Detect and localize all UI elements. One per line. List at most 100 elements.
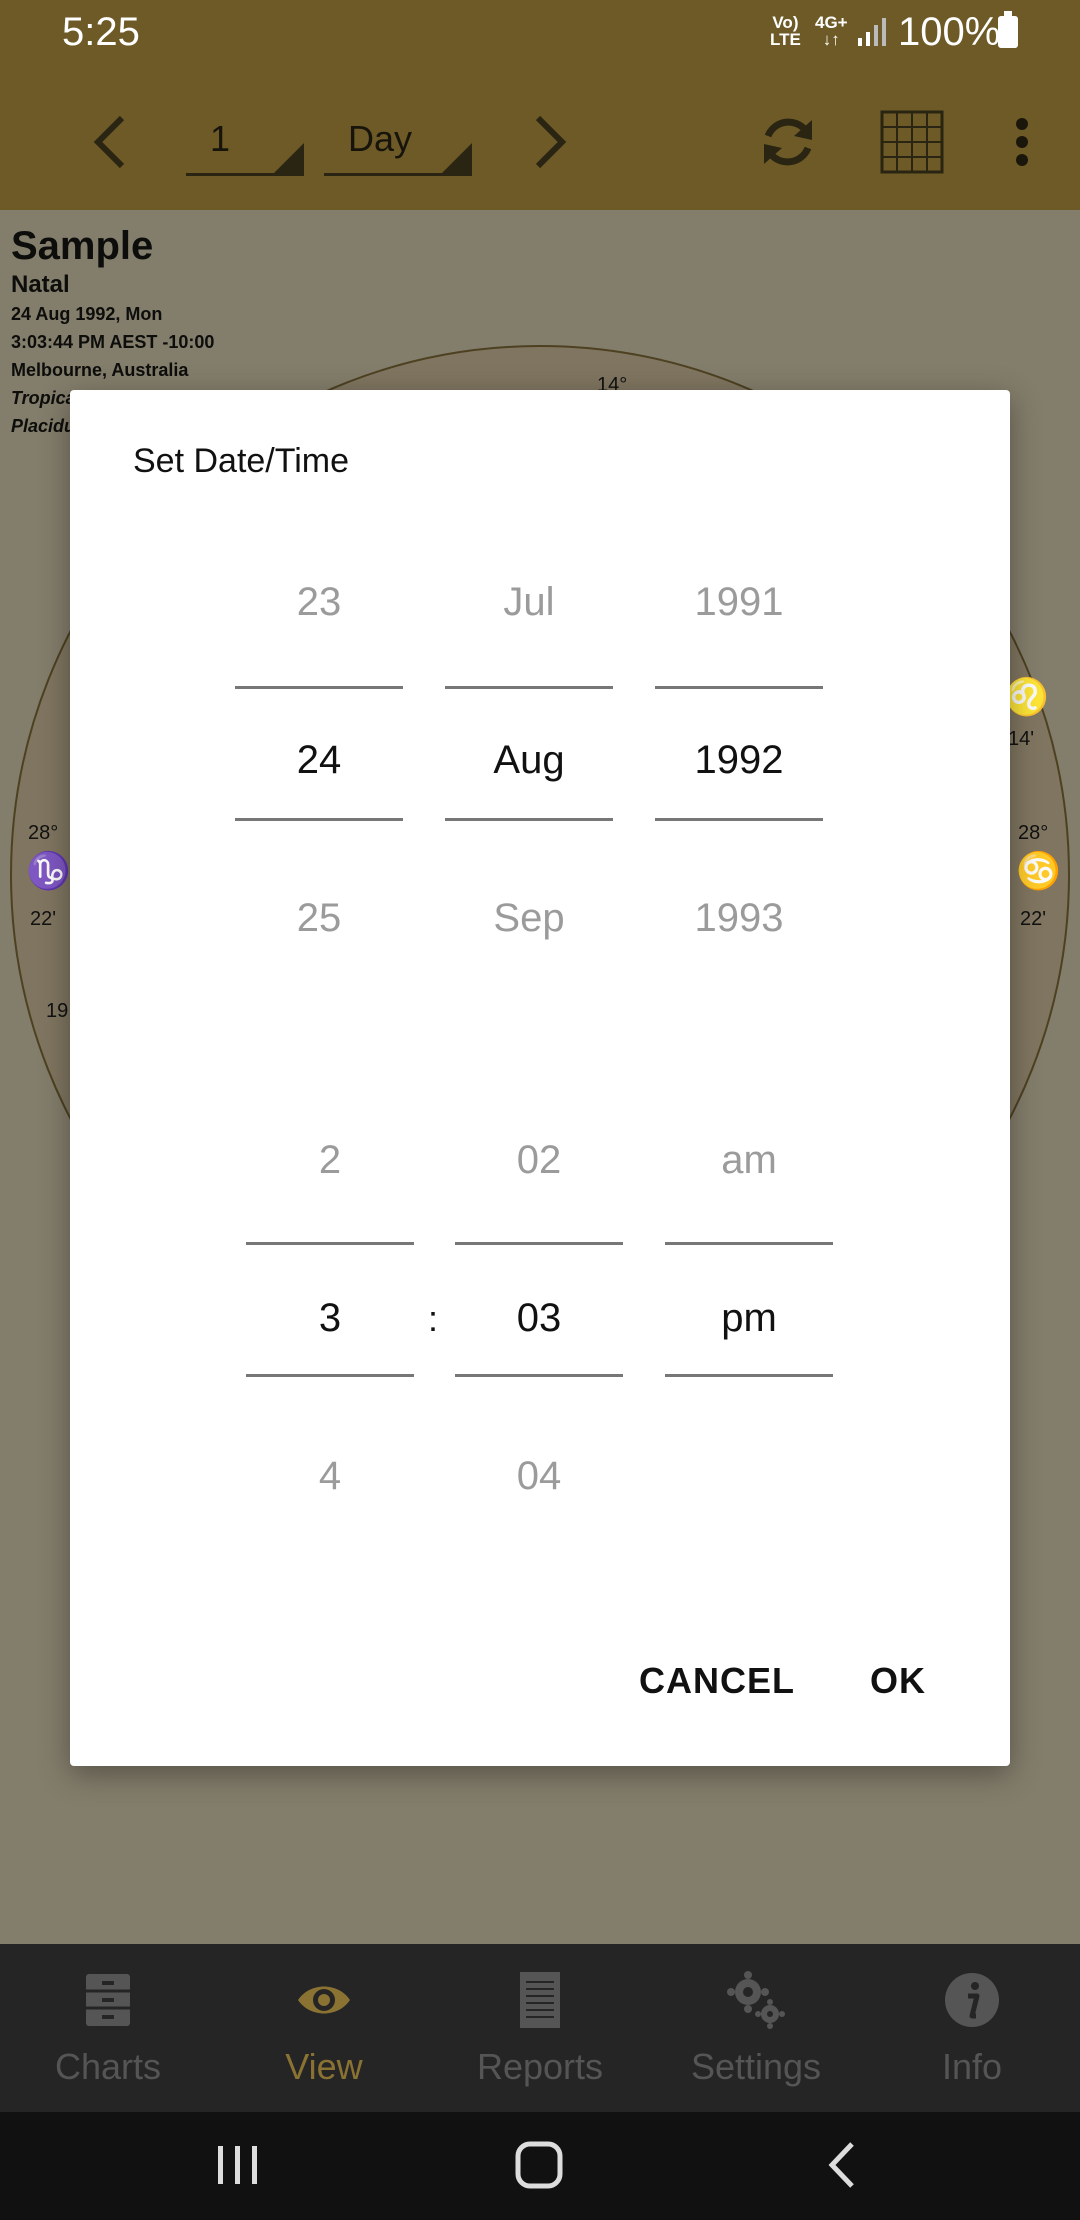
minute-divider-top (455, 1242, 623, 1245)
year-prev[interactable]: 1991 (655, 580, 823, 625)
ok-button[interactable]: OK (870, 1660, 926, 1702)
ampm-current[interactable]: pm (665, 1296, 833, 1341)
nav-charts-label: Charts (54, 2046, 162, 2087)
bottom-navigation: Charts View Reports Settings Info (0, 1944, 1080, 2112)
day-picker[interactable]: 23 24 25 (235, 580, 403, 940)
hour-next[interactable]: 4 (246, 1454, 414, 1499)
dropdown-triangle-icon (274, 143, 304, 173)
day-divider-bottom (235, 818, 403, 821)
year-picker[interactable]: 1991 1992 1993 (655, 580, 823, 940)
dialog-title: Set Date/Time (133, 442, 350, 480)
volte-indicator: Vo) LTE (770, 14, 801, 48)
signal-icon (858, 18, 886, 46)
set-datetime-dialog: Set Date/Time 23 24 25 Jul Aug Sep 1991 … (70, 390, 1010, 1766)
month-picker[interactable]: Jul Aug Sep (445, 580, 613, 940)
chart-time: 3:03:44 PM AEST -10:00 (11, 332, 215, 352)
nav-reports-label: Reports (476, 2046, 604, 2087)
next-button[interactable] (520, 106, 580, 178)
month-prev[interactable]: Jul (445, 580, 613, 625)
ampm-divider-top (665, 1242, 833, 1245)
year-divider-top (655, 686, 823, 689)
cancel-button[interactable]: CANCEL (639, 1660, 795, 1702)
grid-icon (880, 110, 944, 174)
cabinet-icon (86, 1974, 130, 2026)
wheel-left-minute: 22' (30, 908, 57, 930)
wheel-right-degree: 28° (1018, 822, 1049, 844)
chevron-right-icon (535, 115, 567, 169)
day-prev[interactable]: 23 (235, 580, 403, 625)
info-icon (945, 1973, 999, 2027)
battery-percent: 100% (898, 10, 1001, 54)
minute-divider-bottom (455, 1374, 623, 1377)
nav-view[interactable]: View (216, 1944, 432, 2112)
period-value: Day (348, 118, 413, 159)
refresh-icon (764, 118, 812, 166)
day-current[interactable]: 24 (235, 738, 403, 783)
network-type-indicator: 4G+ ↓↑ (815, 14, 848, 48)
more-vert-icon (1016, 118, 1028, 166)
cancer-icon: ♋ (1016, 850, 1061, 891)
dropdown-triangle-icon (442, 143, 472, 173)
month-divider-top (445, 686, 613, 689)
chart-number-value: 1 (210, 118, 231, 159)
eye-icon (298, 1986, 350, 2014)
month-next[interactable]: Sep (445, 896, 613, 941)
hour-divider-bottom (246, 1374, 414, 1377)
previous-button[interactable] (80, 106, 140, 178)
home-icon[interactable] (514, 2140, 564, 2190)
hour-picker[interactable]: 2 3 4 (246, 1138, 414, 1498)
nav-info[interactable]: Info (864, 1944, 1080, 2112)
wheel-right-minute: 22' (1020, 908, 1047, 930)
volte-bottom-label: LTE (770, 30, 801, 49)
hour-divider-top (246, 1242, 414, 1245)
day-divider-top (235, 686, 403, 689)
system-navigation-bar (0, 2112, 1080, 2220)
minute-prev[interactable]: 02 (455, 1138, 623, 1183)
period-spinner[interactable]: Day (324, 110, 472, 176)
minute-picker[interactable]: 02 03 04 (455, 1138, 623, 1498)
minute-current[interactable]: 03 (455, 1296, 623, 1341)
volte-top-label: Vo) (772, 13, 799, 32)
nav-settings[interactable]: Settings (648, 1944, 864, 2112)
nav-info-label: Info (941, 2046, 1003, 2087)
refresh-button[interactable] (748, 102, 828, 182)
nav-charts[interactable]: Charts (0, 1944, 216, 2112)
toolbar: 1 Day (0, 66, 1080, 210)
time-separator: : (428, 1298, 439, 1339)
hour-prev[interactable]: 2 (246, 1138, 414, 1183)
leo-icon: ♌ (1004, 676, 1049, 717)
year-current[interactable]: 1992 (655, 738, 823, 783)
back-icon[interactable] (824, 2140, 860, 2190)
document-icon (520, 1972, 560, 2028)
chevron-left-icon (93, 115, 125, 169)
status-time: 5:25 (62, 10, 140, 54)
hour-current[interactable]: 3 (246, 1296, 414, 1341)
nav-settings-label: Settings (690, 2046, 822, 2087)
day-next[interactable]: 25 (235, 896, 403, 941)
wheel-left-low: 19 (46, 1000, 69, 1022)
recents-icon[interactable] (214, 2142, 262, 2188)
chart-type: Natal (11, 271, 70, 298)
chart-number-spinner[interactable]: 1 (186, 110, 304, 176)
ampm-divider-bottom (665, 1374, 833, 1377)
chart-name: Sample (11, 224, 154, 268)
grid-button[interactable] (872, 102, 952, 182)
month-divider-bottom (445, 818, 613, 821)
ampm-prev[interactable]: am (665, 1138, 833, 1183)
gears-icon (727, 1971, 785, 2029)
year-next[interactable]: 1993 (655, 896, 823, 941)
network-type-label: 4G+ (815, 13, 848, 32)
status-bar: 5:25 Vo) LTE 4G+ ↓↑ 100% (0, 0, 1080, 66)
wheel-left-degree: 28° (28, 822, 59, 844)
wheel-right-upper-minute: 14' (1008, 728, 1035, 750)
ampm-picker[interactable]: am pm (665, 1138, 833, 1478)
data-arrows-label: ↓↑ (822, 30, 840, 49)
chart-date: 24 Aug 1992, Mon (11, 304, 163, 324)
nav-view-label: View (285, 2046, 363, 2087)
nav-reports[interactable]: Reports (432, 1944, 648, 2112)
overflow-menu-button[interactable] (1000, 102, 1044, 182)
capricorn-icon: ♑ (26, 850, 71, 891)
minute-next[interactable]: 04 (455, 1454, 623, 1499)
month-current[interactable]: Aug (445, 738, 613, 783)
year-divider-bottom (655, 818, 823, 821)
